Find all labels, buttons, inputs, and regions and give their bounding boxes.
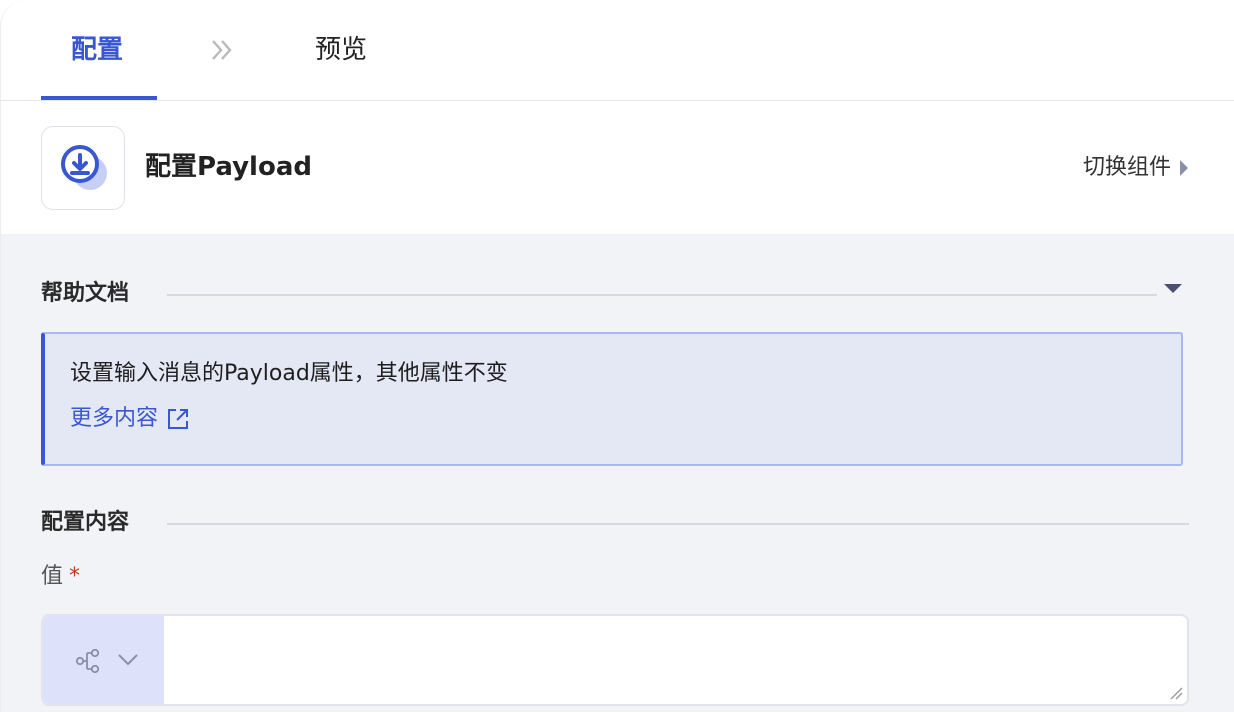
component-title: 配置Payload (145, 152, 312, 182)
tab-config[interactable]: 配置 (71, 30, 123, 70)
component-icon-box (41, 126, 125, 210)
help-callout: 设置输入消息的Payload属性，其他属性不变 更多内容 (41, 332, 1183, 466)
double-chevron-right-icon (212, 40, 232, 60)
switch-component-button[interactable]: 切换组件 (1083, 152, 1189, 184)
active-tab-indicator (41, 96, 157, 100)
tab-bar: 配置 预览 (1, 0, 1234, 101)
value-field-label: 值 * (41, 562, 80, 592)
value-input[interactable] (164, 616, 1187, 704)
external-link-icon (168, 409, 189, 429)
value-type-selector[interactable] (43, 616, 164, 704)
config-section-divider (167, 523, 1189, 525)
caret-right-icon (1180, 160, 1188, 176)
resize-handle-icon[interactable] (1169, 686, 1183, 700)
tab-preview[interactable]: 预览 (315, 30, 367, 70)
chevron-down-icon (118, 654, 138, 666)
required-mark: * (69, 564, 81, 589)
config-content-area: 帮助文档 设置输入消息的Payload属性，其他属性不变 更多内容 配置内容 值… (1, 234, 1234, 712)
more-content-link[interactable]: 更多内容 (70, 404, 190, 434)
help-description: 设置输入消息的Payload属性，其他属性不变 (70, 361, 508, 386)
caret-down-icon[interactable] (1162, 282, 1184, 296)
help-section-title: 帮助文档 (41, 281, 130, 306)
flow-tree-icon (75, 648, 100, 674)
value-field (41, 614, 1189, 706)
switch-component-label: 切换组件 (1082, 155, 1171, 180)
help-section-divider (167, 294, 1157, 296)
value-label-text: 值 (41, 564, 64, 589)
download-payload-icon (61, 145, 107, 190)
more-content-label: 更多内容 (70, 406, 159, 431)
config-section-title: 配置内容 (41, 510, 130, 535)
config-panel: 配置 预览 配置Payload 切换组件 帮助文档 设置输入消息的Payload… (0, 0, 1234, 712)
component-header: 配置Payload 切换组件 (1, 101, 1234, 234)
